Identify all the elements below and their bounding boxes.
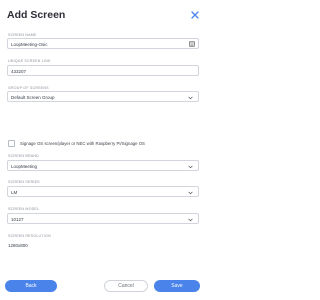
- signage-os-checkbox[interactable]: [8, 139, 15, 147]
- unique-screen-link-value: 433207: [11, 68, 27, 74]
- unique-screen-link-label: UNIQUE SCREEN LINK: [8, 59, 51, 63]
- group-of-screens-select[interactable]: Default Screen Group: [7, 91, 199, 102]
- unique-screen-link-input[interactable]: 433207: [7, 65, 199, 76]
- screen-resolution-label: SCREEN RESOLUTION: [8, 234, 51, 238]
- group-of-screens-label: GROUP OF SCREENS: [8, 86, 49, 90]
- modal-title: Add Screen: [7, 9, 66, 21]
- screen-series-select[interactable]: LM: [7, 186, 199, 197]
- modal-header: Add Screen: [0, 0, 206, 28]
- screen-name-label: SCREEN NAME: [8, 33, 37, 37]
- signage-os-option: Signage OS screen/player or NEC with Ras…: [7, 139, 202, 149]
- chevron-down-icon: [188, 218, 193, 222]
- add-screen-modal: Add Screen SCREEN NAME LoopMeeting-Osic …: [0, 0, 206, 300]
- chevron-down-icon: [188, 96, 193, 100]
- keyboard-icon[interactable]: [189, 41, 195, 47]
- signage-os-checkbox-label: Signage OS screen/player or NEC with Ras…: [20, 141, 145, 146]
- screen-model-label: SCREEN MODEL: [8, 207, 40, 211]
- cancel-button[interactable]: Cancel: [104, 280, 148, 292]
- save-button[interactable]: Save: [154, 280, 200, 292]
- group-of-screens-value: Default Screen Group: [11, 94, 55, 100]
- screen-series-value: LM: [11, 189, 18, 195]
- screen-brand-value: LoopMeeting: [11, 163, 38, 169]
- screen-name-input[interactable]: LoopMeeting-Osic: [7, 38, 199, 49]
- screen-model-select[interactable]: 10127: [7, 213, 199, 224]
- screen-name-value: LoopMeeting-Osic: [11, 41, 48, 47]
- screen-model-value: 10127: [11, 216, 24, 222]
- chevron-down-icon: [188, 165, 193, 169]
- screen-brand-label: SCREEN BRAND: [8, 154, 39, 158]
- back-button[interactable]: Back: [5, 280, 57, 292]
- chevron-down-icon: [188, 191, 193, 195]
- close-icon[interactable]: [191, 11, 199, 19]
- screen-resolution-value: 1280x800: [8, 243, 28, 248]
- screen-brand-select[interactable]: LoopMeeting: [7, 160, 199, 171]
- screen-series-label: SCREEN SERIES: [8, 180, 40, 184]
